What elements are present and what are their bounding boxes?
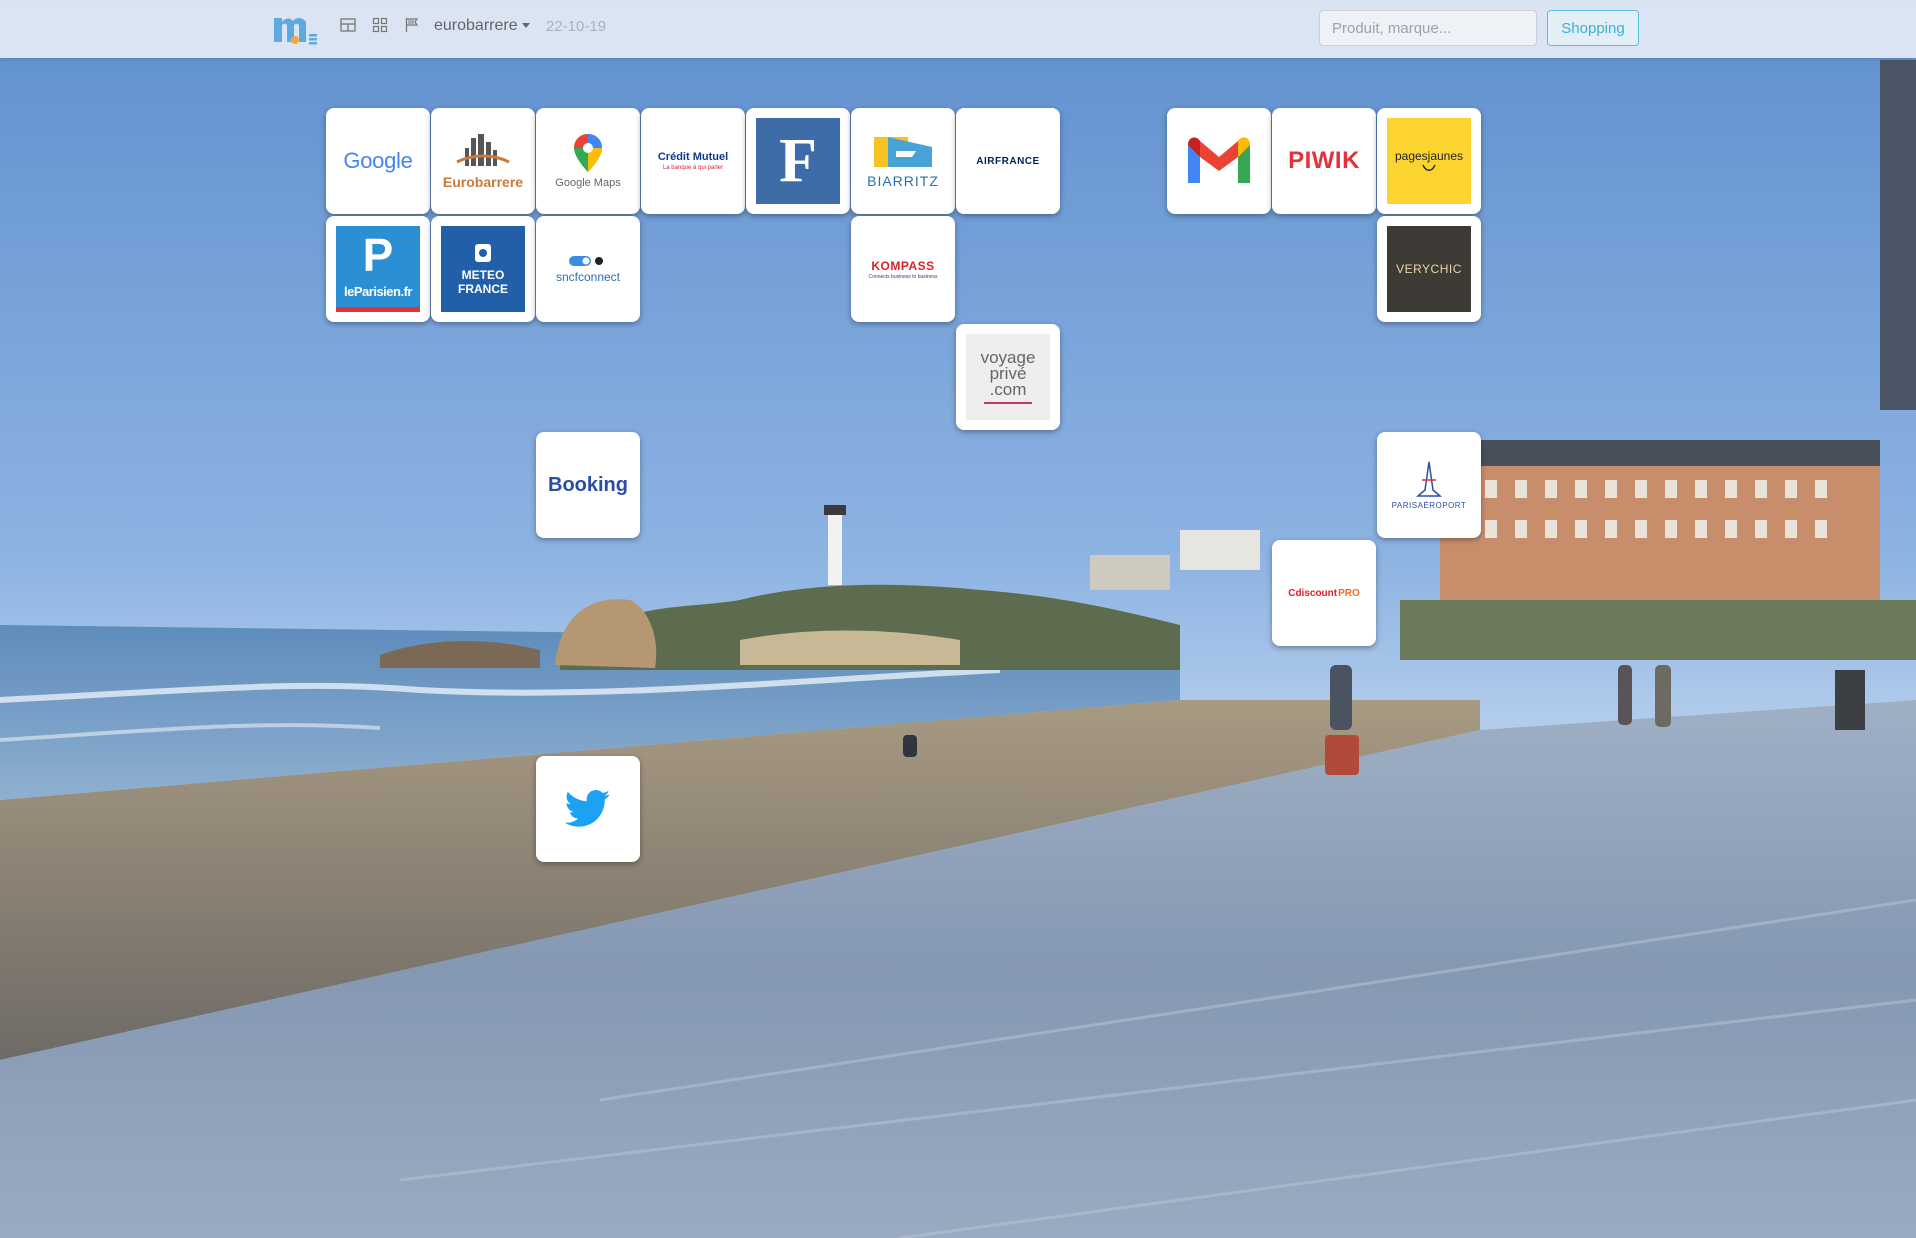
sncf-toggle-icon [569, 256, 603, 266]
tile-le-figaro[interactable]: F [746, 108, 850, 214]
le-parisien-label: leParisien.fr [344, 284, 412, 299]
tile-google[interactable]: Google [326, 108, 430, 214]
eurobarrere-buildings-icon [456, 134, 510, 166]
biarritz-logo-icon [874, 137, 932, 167]
credit-mutuel-tagline: La banque à qui parler [662, 165, 724, 171]
kompass-label: KOMPASS [871, 258, 935, 273]
booking-label: Booking [548, 473, 628, 496]
gmail-icon [1188, 137, 1250, 183]
biarritz-label: BIARRITZ [867, 173, 939, 189]
tile-google-maps[interactable]: Google Maps [536, 108, 640, 214]
tile-air-france[interactable]: AIRFRANCE [956, 108, 1060, 214]
paris-aeroport-label: PARISAÉROPORT [1391, 501, 1467, 510]
tile-sncf-connect[interactable]: sncfconnect [536, 216, 640, 322]
meteo-france-emblem-icon [475, 244, 491, 262]
m-logo-icon[interactable] [272, 12, 318, 46]
voyage-prive-underline [984, 402, 1032, 404]
le-parisien-red-bar [336, 307, 420, 312]
shopping-button[interactable]: Shopping [1547, 10, 1639, 46]
google-maps-label: Google Maps [555, 177, 621, 189]
tile-booking[interactable]: Booking [536, 432, 640, 538]
date-label: 22-10-19 [546, 18, 607, 35]
piwik-label: PIWIK [1288, 147, 1360, 174]
tile-credit-mutuel[interactable]: Crédit Mutuel La banque à qui parler [641, 108, 745, 214]
sncf-connect-label: sncfconnect [555, 270, 621, 284]
tile-le-parisien[interactable]: P leParisien.fr [326, 216, 430, 322]
pages-jaunes-label: pagesjaunes [1394, 149, 1464, 163]
tile-verychic[interactable]: VERYCHIC [1377, 216, 1481, 322]
kompass-tagline: Connects business to business [868, 273, 938, 280]
verychic-label: VERYCHIC [1396, 262, 1462, 276]
cdiscount-pro-label: PRO [1338, 587, 1360, 599]
user-label: eurobarrere [434, 17, 518, 34]
tile-meteo-france[interactable]: METEO FRANCE [431, 216, 535, 322]
eiffel-tower-icon [1415, 461, 1443, 497]
le-figaro-letter: F [779, 126, 817, 195]
tile-pages-jaunes[interactable]: pagesjaunes [1377, 108, 1481, 214]
tile-paris-aeroport[interactable]: PARISAÉROPORT [1377, 432, 1481, 538]
tile-kompass[interactable]: KOMPASS Connects business to business [851, 216, 955, 322]
tile-gmail[interactable] [1167, 108, 1271, 214]
product-search-input[interactable] [1319, 10, 1537, 46]
flag-icon[interactable] [402, 17, 422, 37]
tile-biarritz[interactable]: BIARRITZ [851, 108, 955, 214]
google-logo-text: Google [343, 148, 413, 173]
tile-eurobarrere[interactable]: Eurobarrere [431, 108, 535, 214]
twitter-bird-icon [565, 790, 610, 827]
map-pin-icon [574, 134, 602, 172]
le-parisien-letter: P [362, 229, 394, 281]
tile-twitter[interactable] [536, 756, 640, 862]
caret-down-icon [521, 23, 530, 29]
eurobarrere-label: Eurobarrere [442, 174, 524, 190]
tile-cdiscount-pro[interactable]: Cdiscount PRO [1272, 540, 1376, 646]
meteo-france-line2: FRANCE [458, 282, 508, 296]
layout-grid-icon[interactable] [338, 17, 358, 37]
smile-icon [1422, 164, 1436, 171]
cdiscount-label: Cdiscount [1288, 587, 1338, 599]
tile-voyage-prive[interactable]: voyage privé .com [956, 324, 1060, 430]
air-france-label: AIRFRANCE [976, 155, 1040, 167]
voyage-prive-line3: .com [989, 380, 1027, 399]
meteo-france-line1: METEO [461, 268, 505, 282]
credit-mutuel-label: Crédit Mutuel [657, 151, 729, 163]
tile-piwik[interactable]: PIWIK [1272, 108, 1376, 214]
top-navbar: eurobarrere 22-10-19 Shopping [0, 0, 1916, 58]
layout-tiles-icon[interactable] [370, 17, 390, 37]
user-dropdown[interactable]: eurobarrere [434, 17, 530, 35]
